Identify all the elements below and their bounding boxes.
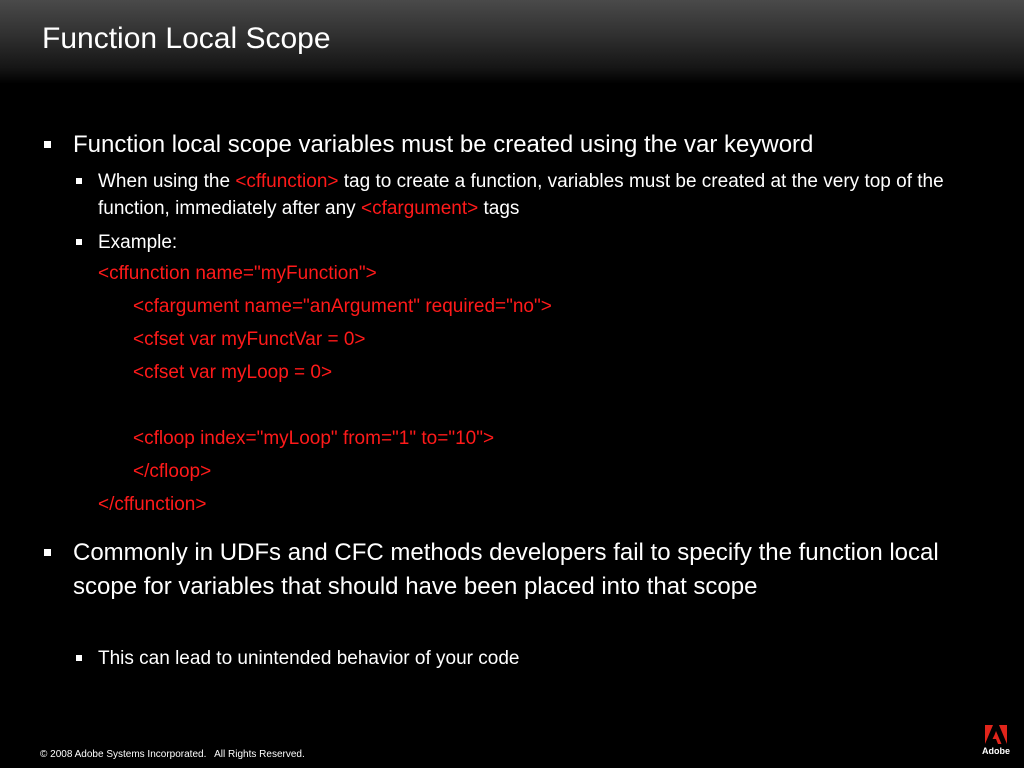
code-line-5: <cfloop index="myLoop" from="1" to="10">: [133, 428, 495, 449]
bullet-square-icon: [76, 655, 82, 661]
bullet-udf-cfc: Commonly in UDFs and CFC methods develop…: [44, 536, 988, 604]
code-line-3: <cfset var myFunctVar = 0>: [133, 329, 366, 350]
adobe-logo-text: Adobe: [982, 746, 1010, 756]
bullet-text: Commonly in UDFs and CFC methods develop…: [73, 539, 939, 600]
bullet-square-icon: [44, 141, 51, 148]
subbullet-text-part1: When using the: [98, 171, 236, 192]
bullet-text: Function local scope variables must be c…: [73, 131, 814, 158]
cfargument-tag: <cfargument>: [360, 198, 479, 219]
bullet-var-keyword: Function local scope variables must be c…: [44, 128, 993, 162]
subbullet-text: Example:: [98, 232, 178, 253]
bullet-square-icon: [76, 239, 82, 245]
code-line-4: <cfset var myLoop = 0>: [133, 362, 333, 383]
copyright-footer: © 2008 Adobe Systems Incorporated. All R…: [40, 749, 305, 760]
code-line-1: <cffunction name="myFunction">: [98, 263, 377, 284]
subbullet-cffunction: When using the <cffunction> tag to creat…: [76, 168, 988, 222]
cffunction-tag: <cffunction>: [235, 171, 339, 192]
code-line-2: <cfargument name="anArgument" required="…: [133, 296, 552, 317]
code-line-7: </cffunction>: [98, 494, 207, 515]
subbullet-text: This can lead to unintended behavior of …: [98, 648, 520, 669]
bullet-square-icon: [76, 178, 82, 184]
subbullet-example: Example:: [76, 229, 178, 256]
bullet-square-icon: [44, 549, 51, 556]
code-line-6: </cfloop>: [133, 461, 212, 482]
subbullet-text-part3: tags: [478, 198, 520, 219]
slide-content: Function local scope variables must be c…: [0, 0, 1024, 768]
subbullet-unintended-behavior: This can lead to unintended behavior of …: [76, 645, 520, 672]
